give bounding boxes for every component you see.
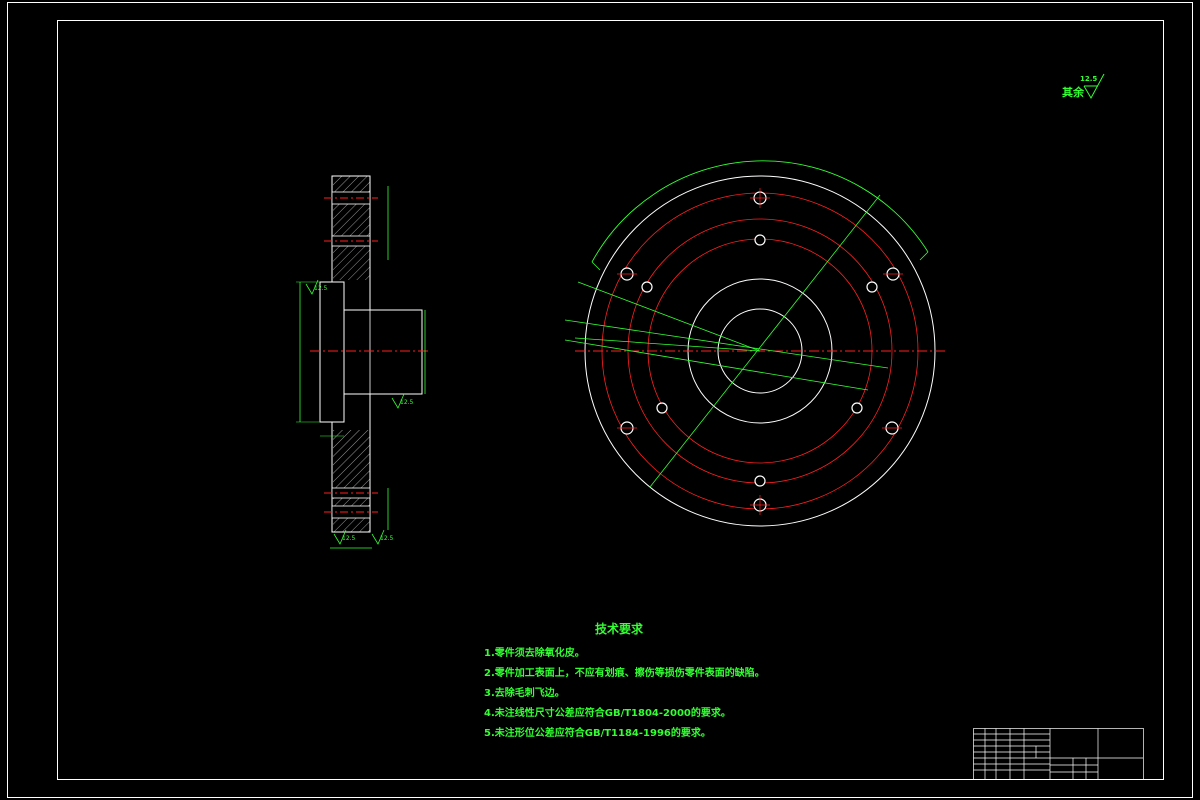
roughness-value: 12.5 bbox=[380, 535, 394, 542]
angle-leader bbox=[564, 339, 869, 391]
boss-outline bbox=[343, 309, 423, 395]
tech-requirement-item: 5.未注形位公差应符合GB/T1184-1996的要求。 bbox=[484, 728, 711, 739]
arc-ext-line bbox=[919, 251, 929, 261]
arc-ext-line bbox=[591, 261, 601, 271]
recess-outline bbox=[319, 281, 345, 423]
front-view bbox=[564, 160, 948, 527]
engineering-drawing: 12.5 12.5 12.5 12.5 bbox=[7, 2, 1193, 798]
bolt-hole bbox=[851, 402, 863, 414]
title-block bbox=[973, 728, 1144, 780]
tech-requirements-title: 技术要求 bbox=[595, 622, 644, 636]
tech-requirement-item: 4.未注线性尺寸公差应符合GB/T1804-2000的要求。 bbox=[484, 708, 731, 719]
angle-leader bbox=[577, 281, 761, 352]
angle-leader bbox=[564, 319, 889, 369]
roughness-value: 12.5 bbox=[342, 535, 356, 542]
bolt-hole bbox=[754, 475, 766, 487]
tech-requirement-item: 3.去除毛刺飞边。 bbox=[484, 688, 565, 699]
section-view bbox=[296, 175, 430, 549]
bolt-hole bbox=[866, 281, 878, 293]
general-roughness-value: 12.5 bbox=[1080, 75, 1098, 83]
tech-requirement-item: 1.零件须去除氧化皮。 bbox=[484, 648, 585, 659]
roughness-value: 12.5 bbox=[400, 399, 414, 406]
tech-requirement-item: 2.零件加工表面上，不应有划痕、擦伤等损伤零件表面的缺陷。 bbox=[484, 668, 765, 679]
bolt-hole bbox=[754, 234, 766, 246]
general-roughness-label: 其余 bbox=[1062, 86, 1084, 99]
roughness-value: 12.5 bbox=[314, 285, 328, 292]
bolt-hole bbox=[656, 402, 668, 414]
bolt-hole bbox=[641, 281, 653, 293]
